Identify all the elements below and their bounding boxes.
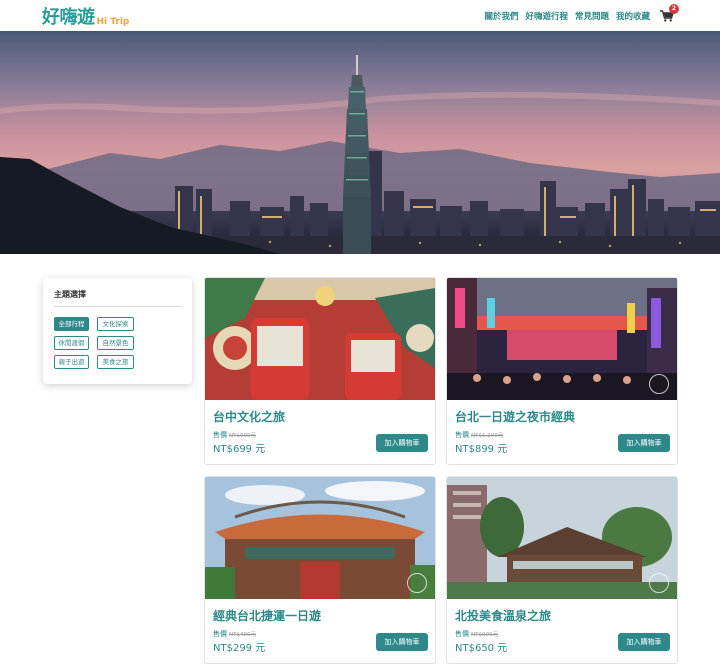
tour-image	[205, 278, 435, 400]
tour-title: 台北一日遊之夜市經典	[455, 410, 576, 424]
logo-text: 好嗨遊	[42, 7, 95, 28]
filter-tag-all[interactable]: 全部行程	[54, 317, 89, 331]
sale-price: NT$650 元	[455, 643, 508, 654]
original-price: NT$900元	[471, 632, 498, 638]
add-to-cart-button[interactable]: 加入購物車	[376, 633, 428, 651]
filter-tag-family[interactable]: 親子出遊	[54, 355, 89, 369]
price-row: 售價 NT$1,200元	[455, 430, 503, 440]
nav-faq[interactable]: 常見問題	[575, 10, 609, 22]
original-price: NT$400元	[229, 632, 256, 638]
tour-title: 經典台北捷運一日遊	[213, 609, 322, 623]
original-price: NT$1,200元	[471, 433, 504, 439]
tour-image	[447, 477, 677, 599]
price-row: 售價 NT$400元	[213, 629, 256, 639]
add-to-cart-button[interactable]: 加入購物車	[376, 434, 428, 452]
price-label: 售價	[455, 431, 469, 439]
filter-tag-culture[interactable]: 文化探索	[97, 317, 134, 331]
tour-card[interactable]: 台中文化之旅 售價 NT$900元 NT$699 元 加入購物車	[204, 277, 436, 465]
price-label: 售價	[213, 431, 227, 439]
favorite-icon[interactable]	[407, 573, 427, 593]
logo[interactable]: 好嗨遊 Hi Trip	[42, 3, 129, 29]
tour-title: 台中文化之旅	[213, 410, 286, 424]
sale-price: NT$299 元	[213, 643, 266, 654]
tour-image	[205, 477, 435, 599]
add-to-cart-button[interactable]: 加入購物車	[618, 434, 670, 452]
filter-tag-food[interactable]: 美食之旅	[97, 355, 134, 369]
favorite-icon[interactable]	[649, 573, 669, 593]
price-row: 售價 NT$900元	[455, 629, 498, 639]
sale-price: NT$699 元	[213, 444, 266, 455]
nav-favorites[interactable]: 我的收藏	[616, 10, 650, 22]
filter-tags: 全部行程 文化探索 休閒渡假 自然景色 親子出遊 美食之旅	[54, 317, 181, 369]
tour-image	[447, 278, 677, 400]
tour-title: 北投美食溫泉之旅	[455, 609, 552, 623]
sale-price: NT$899 元	[455, 444, 508, 455]
tour-card[interactable]: 經典台北捷運一日遊 售價 NT$400元 NT$299 元 加入購物車	[204, 476, 436, 664]
nav-about[interactable]: 關於我們	[484, 10, 518, 22]
tour-card[interactable]: 北投美食溫泉之旅 售價 NT$900元 NT$650 元 加入購物車	[446, 476, 678, 664]
filter-title: 主題選擇	[54, 289, 181, 307]
filter-tag-nature[interactable]: 自然景色	[97, 336, 134, 350]
price-row: 售價 NT$900元	[213, 430, 256, 440]
cart-count-badge: 2	[669, 4, 679, 14]
price-label: 售價	[213, 630, 227, 638]
original-price: NT$900元	[229, 433, 256, 439]
theme-filter-panel: 主題選擇 全部行程 文化探索 休閒渡假 自然景色 親子出遊 美食之旅	[43, 278, 192, 384]
main-nav: 關於我們 好嗨遊行程 常見問題 我的收藏	[484, 10, 650, 22]
site-header: 好嗨遊 Hi Trip 關於我們 好嗨遊行程 常見問題 我的收藏 2	[0, 0, 720, 31]
favorite-icon[interactable]	[649, 374, 669, 394]
hero-banner	[0, 31, 720, 254]
hero-skyline-image	[0, 31, 720, 254]
tour-card[interactable]: 台北一日遊之夜市經典 售價 NT$1,200元 NT$899 元 加入購物車	[446, 277, 678, 465]
nav-tours[interactable]: 好嗨遊行程	[525, 10, 568, 22]
price-label: 售價	[455, 630, 469, 638]
add-to-cart-button[interactable]: 加入購物車	[618, 633, 670, 651]
logo-subtitle: Hi Trip	[96, 17, 130, 27]
filter-tag-leisure[interactable]: 休閒渡假	[54, 336, 89, 350]
